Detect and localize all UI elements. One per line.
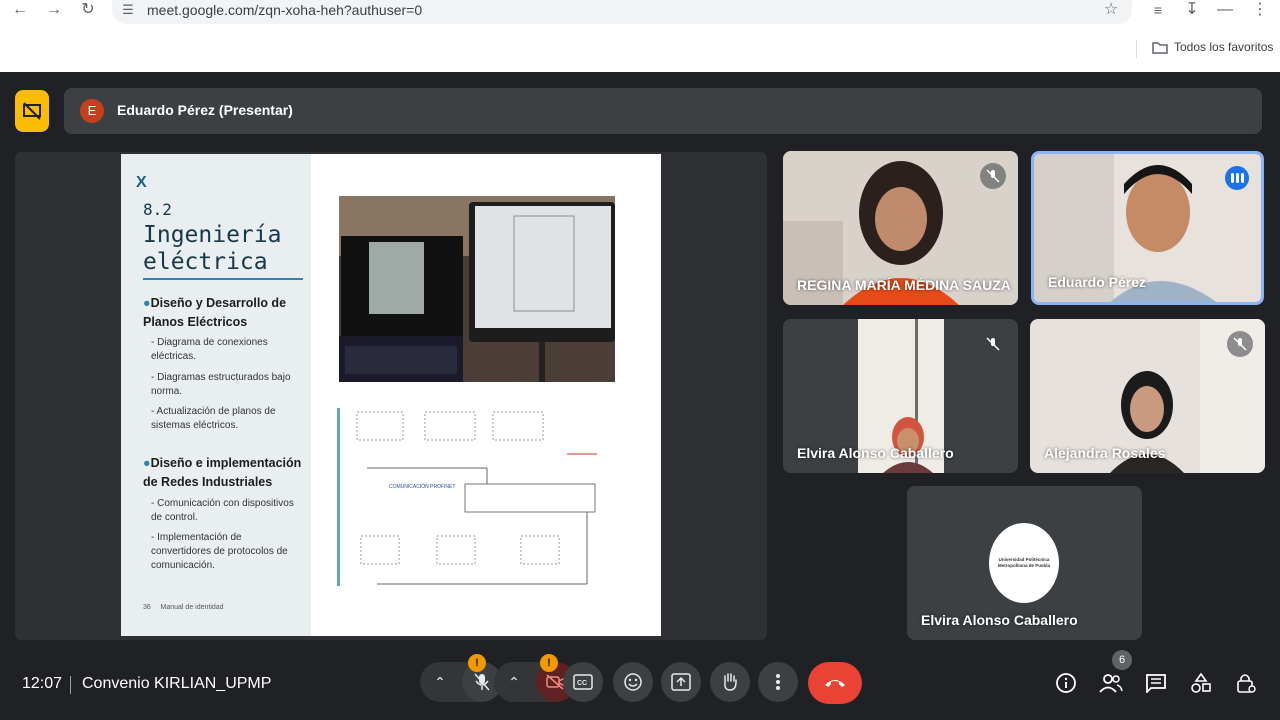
participant-name: REGINA MARÍA MÉDINA SAUZA (797, 277, 1011, 293)
slide-footer: 36 Manual de identidad (143, 604, 224, 611)
bookmarks-label: Todos los favoritos (1174, 40, 1274, 54)
mic-warning-badge: ! (468, 654, 486, 672)
divider (70, 676, 71, 694)
host-controls-icon[interactable] (1233, 670, 1259, 696)
mic-off-icon (1227, 331, 1253, 357)
presentation-stage: X 8.2 Ingeniería eléctrica ●Diseño y Des… (15, 152, 767, 640)
slide-sub-item: - Diagrama de conexiones eléctricas. (151, 337, 268, 362)
menu-icon[interactable]: ⋮ (1250, 0, 1270, 20)
participant-name: Eduardo Pérez (1048, 274, 1147, 290)
minimize-icon[interactable]: — (1215, 0, 1235, 20)
captions-icon[interactable]: CC (563, 662, 603, 702)
participant-name: Elvira Alonso Caballero (797, 445, 954, 461)
slide-sub-item: - Implementación de convertidores de pro… (151, 532, 288, 571)
activities-icon[interactable] (1188, 670, 1214, 696)
mic-control: ⌃ ! (420, 654, 502, 702)
meet-window: E Eduardo Pérez (Presentar) X 8.2 Ingeni… (0, 72, 1280, 720)
mic-off-icon (980, 331, 1006, 357)
info-icon[interactable] (1053, 670, 1079, 696)
slide-sub-item: - Actualización de planos de sistemas el… (151, 406, 276, 431)
reload-icon[interactable]: ↻ (78, 0, 98, 20)
presenter-label: Eduardo Pérez (Presentar) (117, 102, 293, 118)
people-icon[interactable] (1098, 670, 1124, 696)
participant-avatar: Universidad Politécnica Metropolitana de… (989, 523, 1059, 603)
browser-chrome: ← → ↻ ☰ meet.google.com/zqn-xoha-heh?aut… (0, 0, 1280, 72)
chat-icon[interactable] (1143, 670, 1169, 696)
star-icon[interactable]: ☆ (1101, 0, 1121, 20)
participant-tile[interactable]: Eduardo Pérez (1031, 151, 1264, 305)
participant-tile[interactable]: REGINA MARÍA MÉDINA SAUZA (783, 151, 1018, 305)
presenter-avatar: E (80, 99, 104, 123)
back-icon[interactable]: ← (10, 0, 30, 20)
all-bookmarks[interactable]: Todos los favoritos (1152, 40, 1273, 54)
participant-tile[interactable]: Alejandra Rosales (1030, 319, 1265, 473)
site-info-icon[interactable]: ☰ (118, 0, 138, 20)
diagram-label: COMUNICACIÓN PROFINET (389, 484, 456, 490)
reading-list-icon[interactable]: ≡ (1148, 0, 1168, 20)
clock: 12:07 (22, 675, 63, 692)
bookmarks-divider (1136, 40, 1137, 58)
url-text[interactable]: meet.google.com/zqn-xoha-heh?authuser=0 (147, 2, 422, 18)
slide-sub-item: - Diagramas estructurados bajo norma. (151, 372, 291, 397)
raise-hand-icon[interactable] (710, 662, 750, 702)
participant-tile[interactable]: Universidad Politécnica Metropolitana de… (907, 486, 1142, 640)
university-logo-text: Universidad Politécnica Metropolitana de… (997, 557, 1050, 568)
more-icon[interactable] (758, 662, 798, 702)
slide-title: Ingeniería eléctrica (143, 222, 282, 275)
slide-title-rule (143, 278, 303, 280)
slide-section-number: 8.2 (143, 200, 172, 219)
presentation-slide: X 8.2 Ingeniería eléctrica ●Diseño y Des… (121, 154, 661, 636)
slide-diagram: COMUNICACIÓN PROFINET (337, 408, 617, 588)
presenter-bar: E Eduardo Pérez (Presentar) (64, 88, 1262, 134)
meeting-name: Convenio KIRLIAN_UPMP (82, 675, 272, 692)
slide-logo: X (136, 174, 147, 191)
chevron-up-icon[interactable]: ⌃ (504, 672, 524, 692)
forward-icon[interactable]: → (44, 0, 64, 20)
present-icon[interactable] (15, 90, 49, 132)
chevron-up-icon[interactable]: ⌃ (430, 672, 450, 692)
download-icon[interactable]: ↧ (1182, 0, 1202, 20)
slide-bullet-heading: ●Diseño e implementación de Redes Indust… (143, 456, 302, 489)
end-call-icon[interactable] (808, 662, 862, 704)
svg-text:CC: CC (577, 680, 587, 687)
emoji-icon[interactable] (613, 662, 653, 702)
folder-icon (1152, 41, 1168, 54)
present-screen-icon[interactable] (661, 662, 701, 702)
slide-sub-item: - Comunicación con dispositivos de contr… (151, 498, 294, 523)
speaking-indicator (1225, 166, 1249, 190)
mic-off-icon (980, 163, 1006, 189)
slide-bullet-heading: ●Diseño y Desarrollo de Planos Eléctrico… (143, 296, 287, 329)
people-count-badge: 6 (1112, 650, 1132, 670)
participant-name: Elvira Alonso Caballero (921, 612, 1078, 628)
participant-name: Alejandra Rosales (1044, 445, 1166, 461)
participant-tile[interactable]: Elvira Alonso Caballero (783, 319, 1018, 473)
camera-warning-badge: ! (540, 654, 558, 672)
slide-photo (339, 196, 615, 382)
